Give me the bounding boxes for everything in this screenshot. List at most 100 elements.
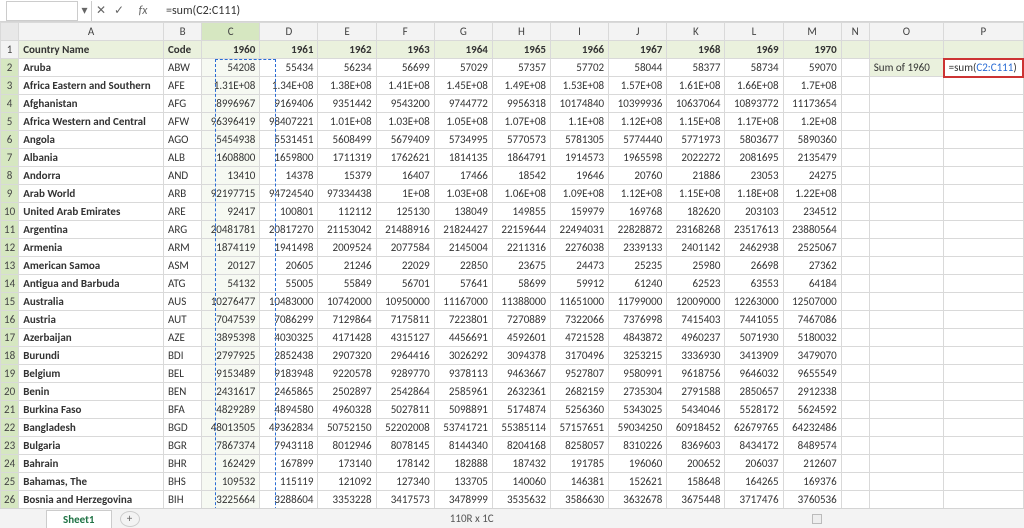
cell-value[interactable]: 97334438 (318, 185, 376, 203)
cell-country[interactable]: Arab World (19, 185, 164, 203)
row-header[interactable]: 1 (1, 41, 19, 59)
cell-value[interactable]: 12009000 (667, 293, 725, 311)
cell-value[interactable]: 5434046 (667, 401, 725, 419)
cell-value[interactable]: 133705 (434, 473, 492, 491)
cell-value[interactable]: 10637064 (667, 95, 725, 113)
cell-value[interactable]: 10174840 (551, 95, 609, 113)
cell-value[interactable]: 164265 (725, 473, 783, 491)
cell-value[interactable]: 3479070 (783, 347, 841, 365)
row-header[interactable]: 24 (1, 455, 19, 473)
cell-value[interactable]: 7415403 (667, 311, 725, 329)
cell-value[interactable]: 3895398 (202, 329, 260, 347)
cell-value[interactable]: 4171428 (318, 329, 376, 347)
cell-value[interactable]: 4030325 (260, 329, 318, 347)
cell-code[interactable]: ATG (163, 275, 201, 293)
cell-code[interactable]: ASM (163, 257, 201, 275)
cell-value[interactable]: 58044 (609, 59, 667, 77)
cell-value[interactable]: 54132 (202, 275, 260, 293)
cell-value[interactable]: 20481781 (202, 221, 260, 239)
cell-value[interactable]: 5774440 (609, 131, 667, 149)
cell-value[interactable]: 59070 (783, 59, 841, 77)
cell-value[interactable]: 100801 (260, 203, 318, 221)
cell-value[interactable]: 2682159 (551, 383, 609, 401)
cell-value[interactable]: 19646 (551, 167, 609, 185)
cell-value[interactable]: 21488916 (376, 221, 434, 239)
cell-code[interactable]: BEL (163, 365, 201, 383)
header-year[interactable]: 1964 (434, 41, 492, 59)
cell-value[interactable]: 10742000 (318, 293, 376, 311)
cell-value[interactable]: 24275 (783, 167, 841, 185)
cell-value[interactable]: 162429 (202, 455, 260, 473)
cell-value[interactable]: 1.12E+08 (609, 113, 667, 131)
cell-value[interactable]: 3026292 (434, 347, 492, 365)
cell-value[interactable]: 5180032 (783, 329, 841, 347)
cell-value[interactable]: 9169406 (260, 95, 318, 113)
col-header-A[interactable]: A (19, 23, 164, 41)
cell-value[interactable]: 2339133 (609, 239, 667, 257)
cell-value[interactable]: 1.15E+08 (667, 185, 725, 203)
cell-value[interactable]: 21886 (667, 167, 725, 185)
cell-value[interactable]: 9351442 (318, 95, 376, 113)
cell-code[interactable]: BEN (163, 383, 201, 401)
cell-value[interactable]: 9956318 (492, 95, 550, 113)
cell-code[interactable]: BIH (163, 491, 201, 509)
cell-value[interactable]: 7086299 (260, 311, 318, 329)
cell-value[interactable]: 11651000 (551, 293, 609, 311)
cell-value[interactable]: 57029 (434, 59, 492, 77)
cell-value[interactable]: 149855 (492, 203, 550, 221)
header-country[interactable]: Country Name (19, 41, 164, 59)
cell-value[interactable]: 23168268 (667, 221, 725, 239)
cell-value[interactable]: 1.22E+08 (783, 185, 841, 203)
cell-value[interactable]: 7129864 (318, 311, 376, 329)
col-header-F[interactable]: F (376, 23, 434, 41)
cell-value[interactable]: 5770573 (492, 131, 550, 149)
cell-value[interactable]: 20760 (609, 167, 667, 185)
cell-value[interactable]: 2431617 (202, 383, 260, 401)
cell-value[interactable]: 9183948 (260, 365, 318, 383)
cell-value[interactable]: 8489574 (783, 437, 841, 455)
cell-value[interactable]: 1.61E+08 (667, 77, 725, 95)
cell-value[interactable]: 1874119 (202, 239, 260, 257)
cell-value[interactable]: 96396419 (202, 113, 260, 131)
cell-value[interactable]: 1.03E+08 (434, 185, 492, 203)
cell-value[interactable]: 63553 (725, 275, 783, 293)
formula-bar[interactable]: =sum(C2:C111) (158, 1, 1024, 21)
cell-value[interactable]: 8310226 (609, 437, 667, 455)
cell-value[interactable]: 1.03E+08 (376, 113, 434, 131)
cell-value[interactable]: 1.7E+08 (783, 77, 841, 95)
cell-value[interactable]: 3717476 (725, 491, 783, 509)
cell-value[interactable]: 22029 (376, 257, 434, 275)
cell-value[interactable]: 5027811 (376, 401, 434, 419)
cell-code[interactable]: AUT (163, 311, 201, 329)
cell-value[interactable]: 5781305 (551, 131, 609, 149)
cell-value[interactable]: 2525067 (783, 239, 841, 257)
cell-value[interactable]: 20605 (260, 257, 318, 275)
cell-value[interactable]: 4843872 (609, 329, 667, 347)
fx-icon[interactable]: fx (134, 4, 152, 18)
cell-value[interactable]: 58377 (667, 59, 725, 77)
cell-value[interactable]: 3253215 (609, 347, 667, 365)
cell-value[interactable]: 21246 (318, 257, 376, 275)
cell-country[interactable]: United Arab Emirates (19, 203, 164, 221)
cell-value[interactable]: 25235 (609, 257, 667, 275)
cell-value[interactable]: 206037 (725, 455, 783, 473)
cell-value[interactable]: 2964416 (376, 347, 434, 365)
cell-value[interactable]: 9580991 (609, 365, 667, 383)
cell-value[interactable]: 10950000 (376, 293, 434, 311)
cell-value[interactable]: 167899 (260, 455, 318, 473)
row-header[interactable]: 11 (1, 221, 19, 239)
header-year[interactable]: 1961 (260, 41, 318, 59)
cell-value[interactable]: 92197715 (202, 185, 260, 203)
cell-value[interactable]: 2211316 (492, 239, 550, 257)
cell-value[interactable]: 55005 (260, 275, 318, 293)
cell-country[interactable]: Bahrain (19, 455, 164, 473)
cell-value[interactable]: 5624592 (783, 401, 841, 419)
cell-value[interactable]: 2145004 (434, 239, 492, 257)
cell-value[interactable]: 23675 (492, 257, 550, 275)
col-header-K[interactable]: K (667, 23, 725, 41)
cell-code[interactable]: AUS (163, 293, 201, 311)
header-year[interactable]: 1963 (376, 41, 434, 59)
cell-code[interactable]: AGO (163, 131, 201, 149)
cell-value[interactable]: 57702 (551, 59, 609, 77)
cell-value[interactable]: 3675448 (667, 491, 725, 509)
